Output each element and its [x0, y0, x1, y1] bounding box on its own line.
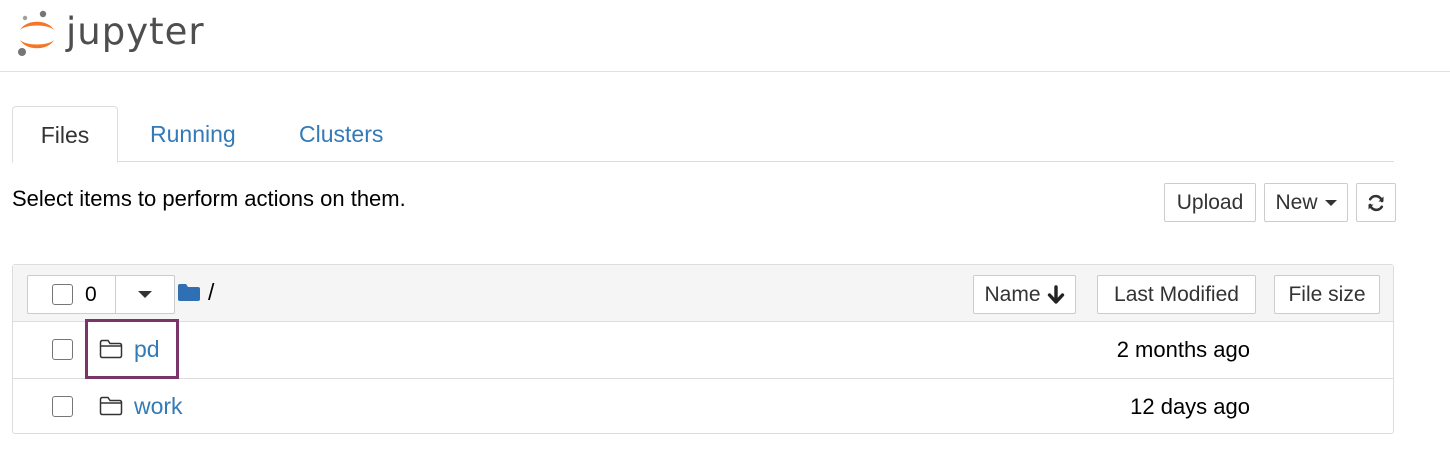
caret-down-icon: [138, 291, 152, 298]
sort-by-last-modified-button[interactable]: Last Modified: [1097, 275, 1256, 314]
select-all-checkbox[interactable]: [52, 284, 73, 305]
tab-bar: Files Running Clusters: [12, 106, 1394, 163]
file-name-link[interactable]: pd: [134, 336, 160, 363]
last-modified: 12 days ago: [1130, 394, 1250, 419]
file-name-link[interactable]: work: [134, 393, 183, 420]
folder-icon: [99, 339, 123, 364]
caret-down-icon: [1324, 199, 1337, 206]
jupyter-logo-text: jupyter: [66, 9, 205, 53]
last-modified: 2 months ago: [1116, 337, 1250, 362]
sort-by-name-button[interactable]: Name: [973, 275, 1076, 314]
new-dropdown-button[interactable]: New: [1264, 183, 1348, 222]
tab-files[interactable]: Files: [12, 106, 118, 163]
breadcrumb-path[interactable]: /: [208, 279, 214, 306]
sort-name-label: Name: [984, 282, 1041, 306]
file-row[interactable]: pd 2 months ago: [13, 322, 1393, 378]
arrow-down-icon: [1047, 284, 1064, 304]
jupyter-logo[interactable]: jupyter: [16, 6, 205, 62]
folder-icon: [99, 396, 123, 421]
file-list-header: 0 / Name Last Modified File size: [13, 265, 1393, 322]
folder-solid-icon[interactable]: [177, 283, 201, 307]
tab-running[interactable]: Running: [150, 106, 236, 162]
select-all-toggle[interactable]: 0: [28, 276, 116, 313]
selected-count: 0: [85, 283, 97, 306]
header: jupyter: [0, 0, 1450, 72]
refresh-icon: [1368, 194, 1384, 211]
select-menu-button[interactable]: [116, 276, 174, 313]
new-button-label: New: [1275, 190, 1318, 214]
sort-by-file-size-button[interactable]: File size: [1274, 275, 1380, 314]
select-all-group: 0: [27, 275, 175, 314]
upload-button[interactable]: Upload: [1164, 183, 1256, 222]
selection-hint: Select items to perform actions on them.: [12, 186, 406, 211]
file-list-panel: 0 / Name Last Modified File size pd 2 mo…: [12, 264, 1394, 434]
jupyter-logo-icon: [18, 10, 54, 56]
row-checkbox[interactable]: [52, 396, 73, 417]
row-checkbox[interactable]: [52, 339, 73, 360]
file-row[interactable]: work 12 days ago: [13, 378, 1393, 434]
refresh-button[interactable]: [1356, 183, 1396, 222]
tab-clusters[interactable]: Clusters: [299, 106, 383, 162]
